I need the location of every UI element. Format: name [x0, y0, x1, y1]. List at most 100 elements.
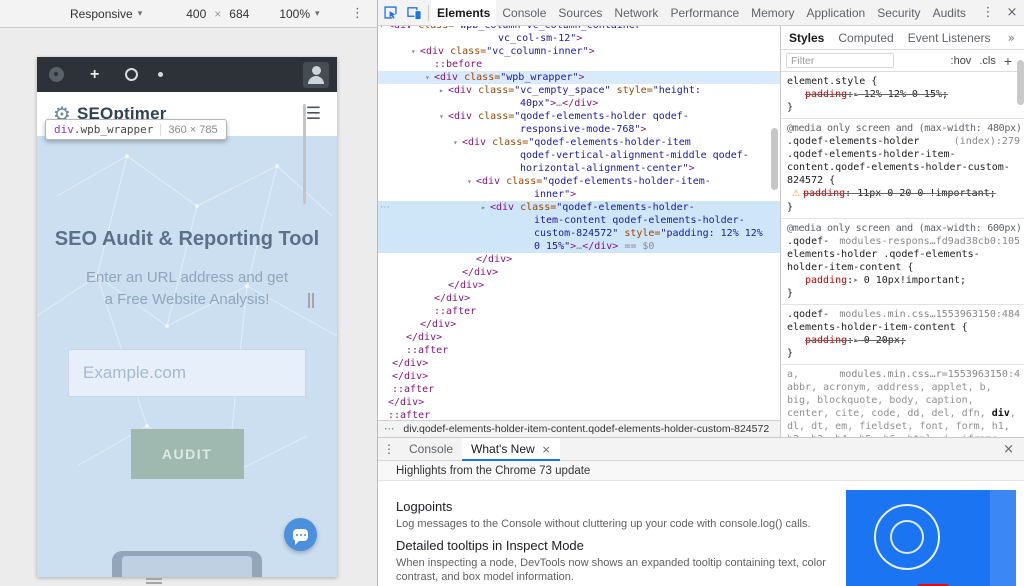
- tab-audits[interactable]: Audits: [927, 0, 972, 26]
- dom-tree-line[interactable]: vc_col-sm-12">: [378, 32, 780, 45]
- dom-tree-line[interactable]: ::after: [378, 383, 780, 396]
- device-toolbar-more-icon[interactable]: ⋮: [351, 6, 364, 21]
- dom-tree-line[interactable]: qodef-vertical-alignment-middle qodef-: [378, 149, 780, 162]
- tab-close-icon[interactable]: ×: [542, 438, 551, 461]
- sidebar-tab-computed[interactable]: Computed: [838, 26, 893, 50]
- dom-tree-line[interactable]: ▾<div class="qodef-elements-holder-item-: [378, 175, 780, 188]
- closing-brace: }: [787, 287, 1020, 300]
- viewport-resize-handle-right[interactable]: [308, 293, 314, 308]
- breadcrumb-overflow[interactable]: ⋯: [384, 423, 395, 435]
- drawer-menu-icon[interactable]: ⋮: [378, 442, 400, 456]
- expand-shorthand-icon[interactable]: ▸: [854, 90, 858, 98]
- chat-widget-button[interactable]: [284, 518, 317, 551]
- dom-tree-line[interactable]: horizontal-alignment-center">: [378, 162, 780, 175]
- styles-scrollbar[interactable]: [1017, 60, 1024, 105]
- viewport-resize-handle-bottom[interactable]: [146, 578, 162, 586]
- css-source-link[interactable]: modules.min.css…r=1553963150:4: [839, 368, 1020, 381]
- dom-tree-line[interactable]: ::after: [378, 305, 780, 318]
- css-source-link[interactable]: (index):279: [954, 135, 1020, 148]
- user-avatar[interactable]: [303, 62, 329, 88]
- dom-tree-line[interactable]: </div>: [378, 279, 780, 292]
- dom-tree-line[interactable]: ::before: [378, 58, 780, 71]
- dom-tree: ▾<div class="wpb_column vc_column_contai…: [378, 26, 780, 420]
- twisty-icon[interactable]: ▸: [481, 201, 490, 214]
- drawer-tab-what-s-new[interactable]: What's New×: [462, 438, 560, 461]
- css-source-link[interactable]: modules.min.css…1553963150:484: [839, 308, 1020, 321]
- url-input[interactable]: [68, 349, 306, 397]
- sidebar-overflow-icon[interactable]: »: [1008, 31, 1015, 45]
- dom-tree-line[interactable]: </div>: [378, 292, 780, 305]
- css-declaration[interactable]: padding:▸ 0 20px;: [787, 334, 1020, 347]
- plus-icon[interactable]: +: [90, 67, 99, 83]
- dom-tree-line[interactable]: ::after: [378, 344, 780, 357]
- css-source-link[interactable]: modules-respons…fd9ad38cb0:105: [839, 235, 1020, 248]
- styles-filter-input[interactable]: [786, 53, 894, 68]
- tab-elements[interactable]: Elements: [431, 0, 496, 26]
- zoom-select[interactable]: 100% ▾: [279, 7, 319, 21]
- dom-token: qodef-vertical-alignment-middle qodef-: [520, 150, 749, 161]
- css-declaration[interactable]: padding:▸ 12% 12% 0 15%;: [787, 88, 1020, 101]
- ring-icon[interactable]: [125, 68, 138, 81]
- dom-tree-line[interactable]: </div>: [378, 331, 780, 344]
- breadcrumb-item[interactable]: div.qodef-elements-holder-item-content.q…: [403, 423, 769, 435]
- tab-memory[interactable]: Memory: [745, 0, 800, 26]
- dom-tree-line[interactable]: 0 15%">…</div> == $0: [378, 240, 780, 253]
- dom-tree-line[interactable]: ▾<div class="qodef-elements-holder-item: [378, 136, 780, 149]
- dom-tree-line[interactable]: </div>: [378, 318, 780, 331]
- breadcrumb: ⋯ div.qodef-elements-holder-item-content…: [378, 420, 780, 437]
- dom-tree-line[interactable]: </div>: [378, 253, 780, 266]
- sidebar-tab-styles[interactable]: Styles: [789, 26, 824, 50]
- tab-sources[interactable]: Sources: [552, 0, 608, 26]
- css-declaration[interactable]: ⚠padding: 11px 0 20 0 !important;: [787, 187, 1020, 201]
- devtools: ElementsConsoleSourcesNetworkPerformance…: [377, 0, 1024, 586]
- dom-tree-line[interactable]: ▸<div class="qodef-elements-holder-: [378, 201, 780, 214]
- twisty-icon[interactable]: ▾: [411, 45, 420, 58]
- hamburger-menu-icon[interactable]: ☰: [306, 104, 321, 124]
- new-style-rule-icon[interactable]: +: [1004, 53, 1012, 69]
- twisty-icon[interactable]: ▾: [453, 136, 462, 149]
- tab-network[interactable]: Network: [608, 0, 664, 26]
- sidebar-tab-event-listeners[interactable]: Event Listeners: [908, 26, 991, 50]
- page-scrollbar[interactable]: [303, 104, 306, 204]
- tab-security[interactable]: Security: [871, 0, 926, 26]
- inspect-element-icon[interactable]: [378, 0, 402, 26]
- dom-tree-line[interactable]: </div>: [378, 370, 780, 383]
- audit-button[interactable]: AUDIT: [131, 429, 244, 479]
- dom-tree-scrollbar[interactable]: [771, 128, 778, 190]
- dom-tree-line[interactable]: ▸<div class="vc_empty_space" style="heig…: [378, 84, 780, 97]
- twisty-icon[interactable]: ▾: [439, 110, 448, 123]
- device-type-select[interactable]: Responsive ▾: [70, 7, 142, 21]
- expand-shorthand-icon[interactable]: ▸: [854, 336, 858, 344]
- dom-tree-line[interactable]: inner">: [378, 188, 780, 201]
- expand-shorthand-icon[interactable]: ▸: [854, 276, 858, 284]
- twisty-icon[interactable]: ▸: [439, 84, 448, 97]
- dom-tree-line[interactable]: custom-824572" style="padding: 12% 12%: [378, 227, 780, 240]
- dom-tree-line[interactable]: </div>: [378, 357, 780, 370]
- dom-tree-line[interactable]: ▾<div class="vc_column-inner">: [378, 45, 780, 58]
- tab-console[interactable]: Console: [496, 0, 552, 26]
- drawer-tab-console[interactable]: Console: [400, 438, 462, 461]
- dom-tree-line[interactable]: item-content qodef-elements-holder-: [378, 214, 780, 227]
- devtools-close-icon[interactable]: ×: [1000, 0, 1024, 26]
- twisty-icon[interactable]: ▾: [425, 71, 434, 84]
- tab-application[interactable]: Application: [800, 0, 871, 26]
- drawer-close-icon[interactable]: ×: [1003, 442, 1014, 457]
- dom-tree-line[interactable]: 40px">…</div>: [378, 97, 780, 110]
- dom-tree-line[interactable]: </div>: [378, 266, 780, 279]
- video-thumbnail[interactable]: ne: [846, 490, 1016, 586]
- dom-tree-line[interactable]: responsive-mode-768">: [378, 123, 780, 136]
- device-toolbar-toggle-icon[interactable]: [402, 0, 426, 26]
- twisty-icon[interactable]: ▾: [467, 175, 476, 188]
- viewport-height-input[interactable]: 684: [229, 7, 249, 21]
- devtools-more-icon[interactable]: ⋮: [976, 0, 1000, 26]
- viewport-width-input[interactable]: 400: [186, 7, 206, 21]
- dom-tree-line[interactable]: </div>: [378, 396, 780, 409]
- palette-icon[interactable]: [49, 67, 64, 82]
- css-declaration[interactable]: padding:▸ 0 10px!important;: [787, 274, 1020, 287]
- tab-performance[interactable]: Performance: [664, 0, 745, 26]
- toggle-classes-button[interactable]: .cls: [979, 55, 996, 67]
- toggle-pseudo-state-button[interactable]: :hov: [951, 55, 972, 67]
- dom-tree-line[interactable]: ::after: [378, 409, 780, 420]
- dom-tree-line[interactable]: ▾<div class="wpb_wrapper">: [378, 71, 780, 84]
- dom-tree-line[interactable]: ▾<div class="qodef-elements-holder qodef…: [378, 110, 780, 123]
